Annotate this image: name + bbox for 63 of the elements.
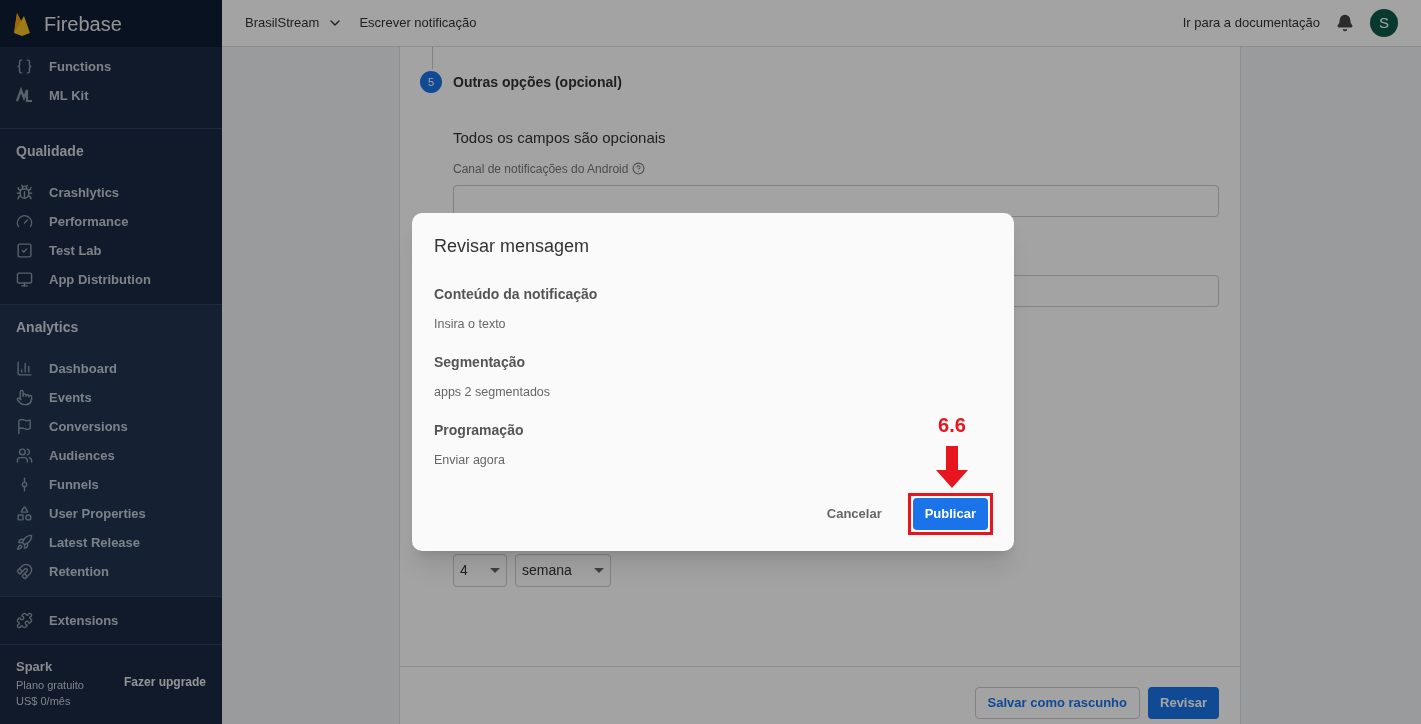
review-heading: Programação — [434, 422, 524, 438]
menu-icon — [16, 389, 33, 406]
ml-icon — [16, 87, 33, 104]
sidebar-item[interactable]: ML Kit — [49, 85, 89, 106]
sidebar-item[interactable]: Crashlytics — [49, 182, 120, 203]
plan-description: Plano gratuito — [16, 677, 84, 693]
number-select[interactable]: 4 — [453, 553, 507, 587]
menu-icon — [16, 505, 33, 522]
docs-link[interactable]: Ir para a documentação — [1182, 13, 1320, 33]
menu-icon — [16, 58, 33, 75]
menu-icon — [16, 534, 33, 551]
sidebar-item[interactable]: Test Lab — [49, 240, 102, 261]
step-title: Outras opções (opcional) — [453, 72, 622, 92]
help-icon[interactable] — [632, 162, 646, 175]
field-label: Canal de notificações do Android — [453, 160, 629, 178]
menu-icon — [16, 563, 33, 580]
sidebar-item[interactable]: Funnels — [49, 474, 99, 495]
sidebar-item[interactable]: Conversions — [49, 416, 128, 437]
menu-icon — [16, 271, 33, 288]
avatar[interactable]: S — [1370, 9, 1398, 37]
upgrade-link[interactable]: Fazer upgrade — [123, 673, 206, 691]
section-title: Analytics — [15, 318, 80, 337]
primary-button[interactable]: Revisar — [1148, 687, 1219, 719]
sidebar-item[interactable]: Latest Release — [49, 532, 141, 553]
annotation-label: 6.6 — [938, 413, 966, 438]
review-value: apps 2 segmentados — [434, 384, 551, 400]
review-value: Enviar agora — [434, 452, 505, 468]
step-number: 5 — [420, 71, 442, 93]
sidebar-item[interactable]: App Distribution — [49, 269, 151, 290]
secondary-button[interactable]: Salvar como rascunho — [974, 687, 1140, 719]
section-title: Qualidade — [15, 142, 85, 161]
plan-price: US$ 0/mês — [16, 694, 72, 709]
notifications-icon[interactable] — [1336, 14, 1354, 32]
unit-select[interactable]: semana — [515, 553, 611, 587]
caret-icon — [490, 567, 500, 573]
dialog-title: Revisar mensagem — [434, 235, 591, 257]
review-value: Insira o texto — [434, 316, 506, 332]
caret-icon — [594, 567, 604, 573]
section-subtitle: Todos os campos são opcionais — [453, 128, 667, 148]
page-title: Escrever notificação — [359, 14, 477, 33]
review-heading: Conteúdo da notificação — [434, 286, 598, 302]
menu-icon — [16, 213, 33, 230]
app-name: Firebase — [44, 11, 122, 37]
primary-button[interactable]: Publicar — [912, 498, 988, 530]
plan-name: Spark — [16, 658, 54, 676]
menu-icon — [16, 184, 33, 201]
menu-icon — [16, 418, 33, 435]
sidebar-item[interactable]: Performance — [49, 211, 129, 232]
menu-icon — [16, 242, 33, 259]
secondary-button[interactable]: Cancelar — [814, 498, 894, 530]
menu-icon — [16, 447, 33, 464]
down-arrow-icon — [936, 446, 968, 488]
sidebar-item[interactable]: Dashboard — [49, 358, 117, 379]
menu-icon — [16, 360, 33, 377]
review-heading: Segmentação — [434, 354, 526, 370]
sidebar-item[interactable]: Extensions — [49, 610, 119, 631]
sidebar-item[interactable]: Functions — [49, 56, 112, 77]
menu-icon — [16, 612, 33, 629]
sidebar-item[interactable]: Retention — [49, 561, 109, 582]
sidebar-item[interactable]: Events — [49, 387, 92, 408]
sidebar-item[interactable]: User Properties — [49, 503, 146, 524]
project-selector[interactable]: BrasilStream — [245, 13, 344, 33]
sidebar-item[interactable]: Audiences — [49, 445, 115, 466]
